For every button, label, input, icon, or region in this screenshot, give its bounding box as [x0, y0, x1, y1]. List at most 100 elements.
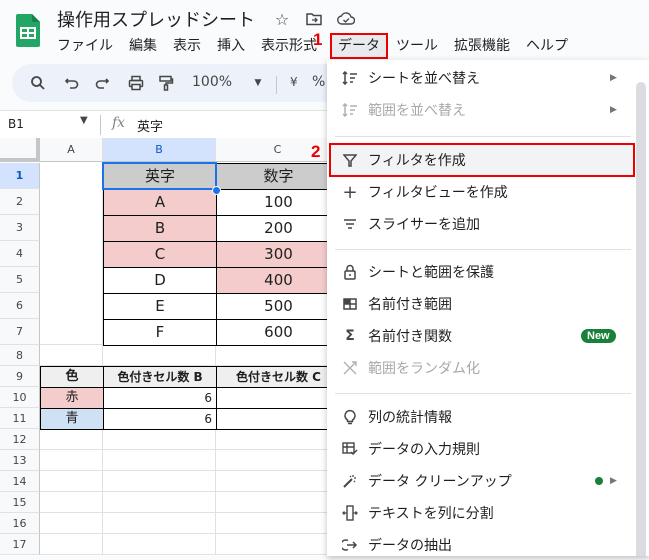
row-header[interactable]: 5: [0, 267, 40, 293]
column-header-b[interactable]: B: [103, 138, 216, 162]
table-cell[interactable]: E: [103, 293, 217, 320]
menu-data[interactable]: データ: [330, 33, 388, 59]
menu-view[interactable]: 表示: [173, 35, 201, 57]
menu-item-data-cleanup[interactable]: データ クリーンアップ ▶: [327, 466, 633, 496]
empty-cells-a[interactable]: [40, 429, 103, 555]
menu-item-named-functions[interactable]: Σ 名前付き関数 New: [327, 321, 633, 351]
cell-a1-a7[interactable]: [40, 163, 103, 345]
formula-input[interactable]: 英字: [137, 116, 163, 135]
menu-tools[interactable]: ツール: [396, 35, 438, 57]
cell-c1[interactable]: 数字: [216, 163, 340, 190]
empty-cells-c[interactable]: [216, 429, 340, 555]
magic-wand-icon: [341, 472, 359, 490]
undo-icon[interactable]: [62, 73, 82, 93]
row-header[interactable]: 13: [0, 450, 40, 471]
table-cell[interactable]: B: [103, 215, 217, 242]
table-cell[interactable]: 400: [216, 267, 340, 294]
row-header[interactable]: 11: [0, 408, 40, 429]
row-header[interactable]: 8: [0, 345, 40, 366]
table-cell[interactable]: F: [103, 319, 217, 346]
table2-cell[interactable]: 6: [103, 387, 217, 409]
annotation-step-1: 1: [313, 30, 323, 49]
cloud-saved-icon[interactable]: [337, 10, 355, 28]
menu-item-create-filter-view[interactable]: + フィルタビューを作成: [327, 177, 633, 207]
table-cell[interactable]: A: [103, 189, 217, 216]
fill-handle[interactable]: [212, 186, 221, 195]
star-icon[interactable]: ☆: [273, 10, 291, 29]
table2-cell[interactable]: 青: [40, 408, 104, 430]
row-header[interactable]: 17: [0, 534, 40, 555]
row-header[interactable]: 12: [0, 429, 40, 450]
table2-cell[interactable]: 6: [216, 408, 340, 430]
menu-item-protect[interactable]: シートと範囲を保護: [327, 257, 633, 287]
select-all-corner[interactable]: [0, 138, 40, 162]
menu-edit[interactable]: 編集: [129, 35, 157, 57]
row-header[interactable]: 4: [0, 241, 40, 267]
split-icon: [341, 504, 359, 522]
move-to-folder-icon[interactable]: [305, 10, 323, 28]
annotation-step-2: 2: [311, 142, 321, 161]
table-cell[interactable]: D: [103, 267, 217, 294]
row-header[interactable]: 2: [0, 189, 40, 215]
menu-item-column-stats[interactable]: 列の統計情報: [327, 402, 633, 432]
currency-format-button[interactable]: ¥: [290, 75, 298, 89]
zoom-dropdown-icon[interactable]: ▼: [248, 73, 268, 93]
menu-help[interactable]: ヘルプ: [526, 35, 568, 57]
row-header[interactable]: 14: [0, 471, 40, 492]
name-box-dropdown-icon[interactable]: ▼: [80, 115, 88, 126]
menu-item-data-validation[interactable]: データの入力規則: [327, 434, 633, 464]
cell-a8[interactable]: [40, 345, 103, 366]
column-header-a[interactable]: A: [40, 138, 103, 162]
menu-item-named-ranges[interactable]: 名前付き範囲: [327, 289, 633, 319]
redo-icon[interactable]: [92, 73, 112, 93]
empty-cells-b[interactable]: [103, 429, 216, 555]
menu-format[interactable]: 表示形式: [261, 35, 320, 57]
paint-format-icon[interactable]: [156, 73, 176, 93]
cell-b8[interactable]: [103, 345, 216, 366]
row-header[interactable]: 3: [0, 215, 40, 241]
menu-item-sort-range: 範囲を並べ替え ▶: [327, 95, 633, 125]
table2-header[interactable]: 色付きセル数 B: [103, 366, 217, 388]
document-title[interactable]: 操作用スプレッドシート: [57, 6, 255, 32]
table2-cell[interactable]: 6: [216, 387, 340, 409]
table-cell[interactable]: 300: [216, 241, 340, 268]
header: 操作用スプレッドシート ☆ ファイル 編集 表示 挿入 表示形式 データ ツール…: [0, 0, 649, 62]
menu-item-create-filter[interactable]: フィルタを作成: [329, 143, 635, 177]
row-header[interactable]: 1: [0, 163, 40, 189]
formula-bar-divider: [100, 115, 101, 135]
sheets-logo-icon[interactable]: [16, 14, 40, 47]
row-header[interactable]: 6: [0, 293, 40, 319]
search-menus-icon[interactable]: [28, 73, 48, 93]
row-header[interactable]: 15: [0, 492, 40, 513]
table2-cell[interactable]: 赤: [40, 387, 104, 409]
cell-c8[interactable]: [216, 345, 340, 366]
name-box[interactable]: B1: [8, 117, 24, 131]
menu-item-split-text[interactable]: テキストを列に分割: [327, 498, 633, 528]
menu-item-randomize-range: 範囲をランダム化: [327, 353, 633, 383]
menu-extensions[interactable]: 拡張機能: [454, 35, 510, 57]
table-cell[interactable]: 100: [216, 189, 340, 216]
named-range-icon: [341, 295, 359, 313]
table-cell[interactable]: 200: [216, 215, 340, 242]
validation-icon: [341, 440, 359, 458]
column-header-c[interactable]: C: [216, 138, 340, 162]
row-header[interactable]: 7: [0, 319, 40, 345]
print-icon[interactable]: [126, 73, 146, 93]
menu-item-add-slicer[interactable]: スライサーを追加: [327, 209, 633, 239]
percent-format-button[interactable]: %: [312, 74, 325, 90]
lightbulb-icon: [341, 408, 359, 426]
menu-scrollbar[interactable]: [636, 82, 646, 556]
menu-file[interactable]: ファイル: [57, 35, 113, 57]
row-header[interactable]: 9: [0, 366, 40, 387]
row-header[interactable]: 10: [0, 387, 40, 408]
table2-header[interactable]: 色: [40, 366, 104, 388]
table-cell[interactable]: 600: [216, 319, 340, 346]
table2-cell[interactable]: 6: [103, 408, 217, 430]
table2-header[interactable]: 色付きセル数 C: [216, 366, 340, 388]
row-header[interactable]: 16: [0, 513, 40, 534]
zoom-select[interactable]: 100%: [192, 74, 232, 90]
table-cell[interactable]: 500: [216, 293, 340, 320]
menu-item-sort-sheet[interactable]: シートを並べ替え ▶: [327, 63, 633, 93]
table-cell[interactable]: C: [103, 241, 217, 268]
menu-insert[interactable]: 挿入: [217, 35, 245, 57]
